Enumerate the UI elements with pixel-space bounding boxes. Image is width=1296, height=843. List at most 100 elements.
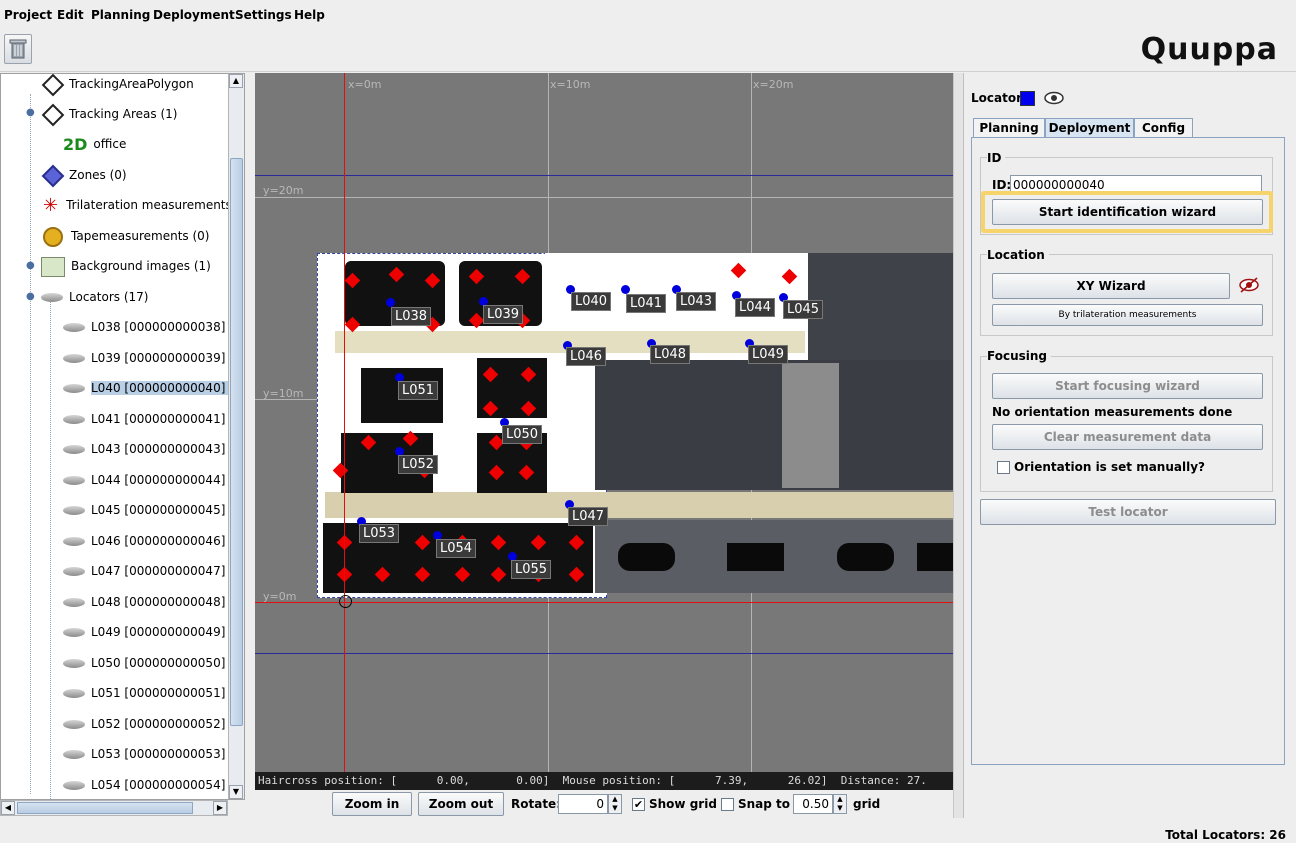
- tree-item-locator[interactable]: L052 [000000000052] (0: [63, 711, 242, 737]
- tree-item-locator[interactable]: L054 [000000000054] (0: [63, 772, 242, 798]
- snap-spinner-arrows-icon[interactable]: ▲ ▼: [833, 794, 847, 814]
- by-trilateration-button[interactable]: By trilateration measurements: [992, 304, 1263, 326]
- tree-item-tracking-areas[interactable]: Tracking Areas (1): [41, 101, 177, 127]
- rotate-label: Rotate:: [511, 797, 561, 811]
- tree-item-locator[interactable]: L046 [000000000046] (0: [63, 528, 242, 554]
- tree-item-locator[interactable]: L041 [000000000041] (0: [63, 406, 242, 432]
- tree-item-zones[interactable]: Zones (0): [41, 162, 127, 188]
- tree-item-locator[interactable]: L047 [000000000047] (0: [63, 558, 242, 584]
- tree-item-locator[interactable]: L043 [000000000043] (0: [63, 436, 242, 462]
- tree-item-locator[interactable]: L048 [000000000048] (0: [63, 589, 242, 615]
- tree-item-locator-selected[interactable]: L040 [000000000040] (0: [63, 375, 242, 401]
- tree-item-tracking-area-polygon[interactable]: TrackingAreaPolygon: [41, 74, 194, 97]
- tree-item-locator[interactable]: L039 [000000000039] (0: [63, 345, 242, 371]
- tree-item-locator[interactable]: L051 [000000000051] (0: [63, 680, 242, 706]
- trash-button[interactable]: [4, 34, 32, 64]
- id-group-title: ID: [987, 151, 1006, 165]
- scroll-right-icon[interactable]: ▶: [213, 801, 227, 815]
- locator-label[interactable]: L046: [566, 347, 607, 366]
- grid-label-x20: x=20m: [753, 78, 794, 91]
- tab-deployment[interactable]: Deployment: [1045, 118, 1134, 139]
- tree-item-locator[interactable]: L050 [000000000050] (0: [63, 650, 242, 676]
- locator-label[interactable]: L049: [748, 345, 789, 364]
- scroll-up-icon[interactable]: ▲: [229, 74, 243, 88]
- total-locators-status: Total Locators: 26: [1165, 828, 1286, 842]
- locator-icon: [63, 720, 85, 729]
- tree-item-locator[interactable]: L053 [000000000053] (0: [63, 741, 242, 767]
- locator-label[interactable]: L048: [650, 345, 691, 364]
- collapse-toggle-icon[interactable]: ●: [26, 107, 35, 118]
- map-icon: [41, 256, 65, 277]
- tree-item-locator[interactable]: L038 [000000000038] (0: [63, 314, 242, 340]
- clear-measurement-data-button[interactable]: Clear measurement data: [992, 424, 1263, 450]
- id-field-label: ID:: [992, 178, 1012, 192]
- xy-wizard-button[interactable]: XY Wizard: [992, 273, 1230, 299]
- zoom-in-button[interactable]: Zoom in: [332, 792, 412, 816]
- locator-label[interactable]: L047: [568, 507, 609, 526]
- tree-item-locator[interactable]: L044 [000000000044] (0: [63, 467, 242, 493]
- scroll-down-icon[interactable]: ▼: [229, 785, 243, 799]
- snap-checkbox[interactable]: [721, 798, 734, 811]
- scroll-left-icon[interactable]: ◀: [1, 801, 15, 815]
- show-grid-checkbox[interactable]: ✔: [632, 798, 645, 811]
- locator-marker-icon[interactable]: [621, 285, 630, 294]
- tape-icon: [43, 226, 63, 247]
- scrollbar-thumb[interactable]: [17, 802, 193, 814]
- eye-icon[interactable]: [1043, 90, 1065, 109]
- collapse-toggle-icon[interactable]: ●: [26, 260, 35, 271]
- locator-label[interactable]: L045: [783, 300, 824, 319]
- 2d-icon: 2D: [63, 134, 88, 154]
- orientation-status-text: No orientation measurements done: [992, 405, 1233, 419]
- split-pane-divider[interactable]: [953, 73, 963, 818]
- locator-label[interactable]: L039: [483, 305, 524, 324]
- snap-value-input[interactable]: 0.50: [793, 794, 833, 814]
- scrollbar-thumb[interactable]: [230, 158, 243, 726]
- locator-label[interactable]: L051: [398, 381, 439, 400]
- locator-label[interactable]: L044: [735, 298, 776, 317]
- locator-label[interactable]: L054: [436, 539, 477, 558]
- menu-project[interactable]: Project: [4, 8, 52, 22]
- locator-label[interactable]: L052: [398, 455, 439, 474]
- orientation-manual-checkbox[interactable]: [997, 461, 1010, 474]
- tab-planning[interactable]: Planning: [973, 118, 1045, 138]
- tree-horizontal-scrollbar[interactable]: ◀ ▶: [0, 800, 228, 816]
- menu-deployment[interactable]: Deployment: [153, 8, 235, 22]
- locator-label[interactable]: L050: [502, 425, 543, 444]
- rotate-input[interactable]: 0: [558, 794, 608, 814]
- locator-icon: [63, 689, 85, 698]
- tree-item-office[interactable]: 2D office: [63, 131, 126, 157]
- locator-label[interactable]: L043: [676, 292, 717, 311]
- test-locator-button[interactable]: Test locator: [980, 499, 1276, 525]
- zoom-out-button[interactable]: Zoom out: [418, 792, 504, 816]
- start-identification-wizard-button[interactable]: Start identification wizard: [992, 199, 1263, 225]
- tree-item-background-images[interactable]: Background images (1): [41, 253, 211, 279]
- eye-hidden-icon[interactable]: [1238, 276, 1260, 297]
- map-canvas[interactable]: x=0m x=10m x=20m y=20m y=10m y=0m L038 L…: [255, 73, 953, 790]
- tree-item-trilateration[interactable]: ✳ Trilateration measurements: [41, 192, 232, 218]
- polygon-icon: [41, 74, 65, 96]
- locator-icon: [63, 628, 85, 637]
- tree-item-locator[interactable]: L045 [000000000045] (0: [63, 497, 242, 523]
- locator-color-swatch[interactable]: [1020, 91, 1035, 106]
- tree-item-locators[interactable]: Locators (17): [41, 284, 148, 310]
- locator-label[interactable]: L041: [626, 294, 667, 313]
- menu-help[interactable]: Help: [294, 8, 325, 22]
- locator-icon: [63, 384, 85, 393]
- locator-label[interactable]: L040: [571, 292, 612, 311]
- start-focusing-wizard-button[interactable]: Start focusing wizard: [992, 373, 1263, 399]
- collapse-toggle-icon[interactable]: ●: [26, 291, 35, 302]
- tree-vertical-scrollbar[interactable]: ▲ ▼: [228, 74, 244, 799]
- menu-planning[interactable]: Planning: [91, 8, 150, 22]
- show-grid-label: Show grid: [649, 797, 717, 811]
- tree-item-locator[interactable]: L049 [000000000049] (0: [63, 619, 242, 645]
- menu-settings[interactable]: Settings: [235, 8, 292, 22]
- locator-marker-icon[interactable]: [386, 298, 395, 307]
- locator-label[interactable]: L053: [359, 524, 400, 543]
- rotate-spinner-arrows-icon[interactable]: ▲ ▼: [608, 794, 622, 814]
- locator-label[interactable]: L055: [511, 560, 552, 579]
- locator-label[interactable]: L038: [391, 307, 432, 326]
- haircross-icon[interactable]: [339, 595, 352, 608]
- tree-item-tapemeasurements[interactable]: Tapemeasurements (0): [41, 223, 209, 249]
- tab-config[interactable]: Config: [1134, 118, 1193, 138]
- menu-edit[interactable]: Edit: [57, 8, 84, 22]
